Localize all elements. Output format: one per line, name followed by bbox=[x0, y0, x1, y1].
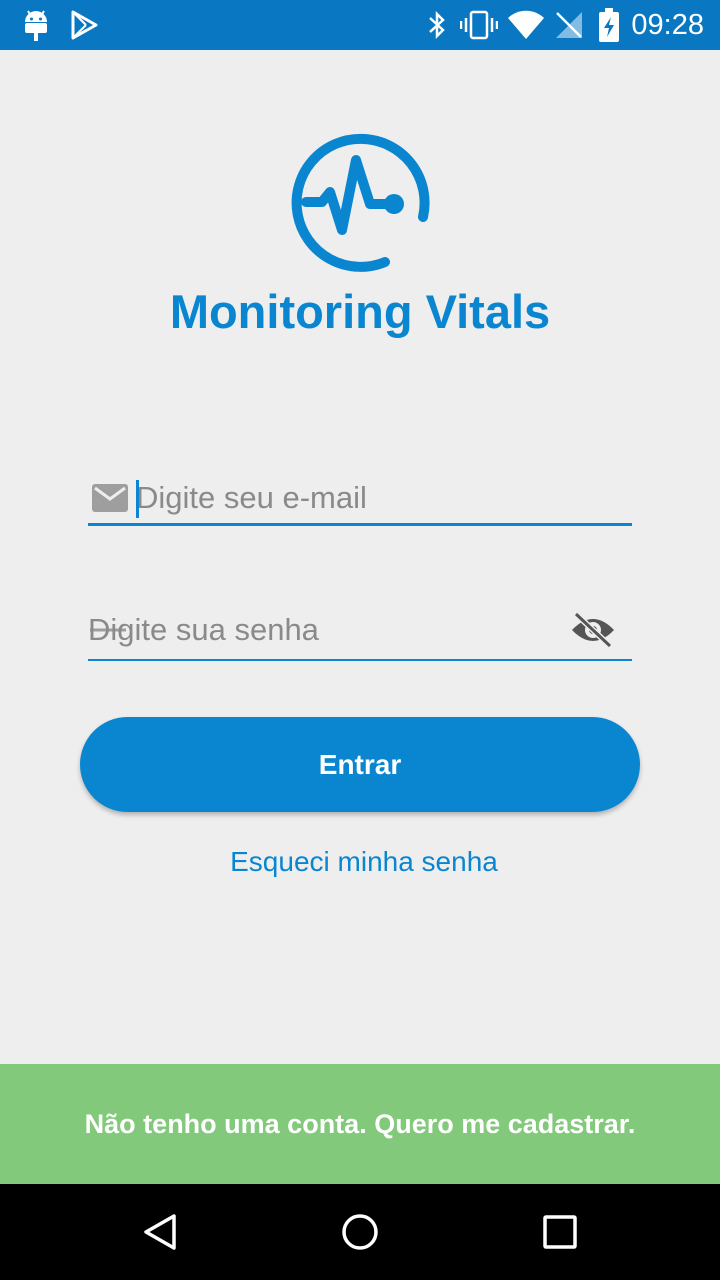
mail-icon bbox=[92, 484, 128, 512]
bluetooth-icon bbox=[429, 10, 445, 40]
no-signal-icon bbox=[556, 12, 582, 38]
login-screen: Monitoring Vitals Entrar Esqueci minha s… bbox=[0, 50, 720, 1064]
email-field[interactable] bbox=[88, 470, 632, 526]
heartbeat-logo-icon bbox=[291, 133, 430, 272]
app-title: Monitoring Vitals bbox=[169, 285, 551, 338]
back-icon[interactable] bbox=[140, 1212, 180, 1252]
register-button[interactable]: Não tenho uma conta. Quero me cadastrar. bbox=[0, 1064, 720, 1184]
text-cursor bbox=[136, 480, 139, 518]
recents-icon[interactable] bbox=[542, 1214, 578, 1250]
status-time: 09:28 bbox=[631, 9, 704, 41]
password-field[interactable] bbox=[88, 602, 632, 661]
android-icon bbox=[25, 10, 47, 41]
wifi-icon bbox=[508, 10, 544, 40]
forgot-password-link[interactable]: Esqueci minha senha bbox=[0, 846, 720, 878]
play-store-icon bbox=[71, 10, 98, 40]
email-input[interactable] bbox=[136, 476, 616, 520]
battery-charging-icon bbox=[599, 8, 619, 42]
system-nav-bar bbox=[0, 1184, 720, 1280]
password-input[interactable] bbox=[88, 608, 558, 652]
enter-button[interactable]: Entrar bbox=[80, 717, 640, 812]
home-icon[interactable] bbox=[340, 1212, 380, 1252]
visibility-off-icon[interactable] bbox=[570, 610, 616, 650]
status-bar: 09:28 bbox=[0, 0, 720, 50]
register-label: Não tenho uma conta. Quero me cadastrar. bbox=[84, 1108, 636, 1139]
vibrate-icon bbox=[460, 10, 498, 40]
